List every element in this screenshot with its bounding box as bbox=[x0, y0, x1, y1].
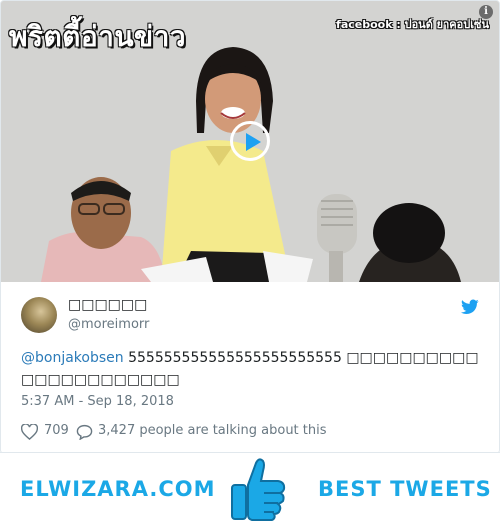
tweet-author[interactable]: □□□□□□ @moreimorr bbox=[21, 297, 481, 337]
speech-bubble-icon[interactable] bbox=[76, 424, 93, 440]
tweet-timestamp[interactable]: 5:37 AM - Sep 18, 2018 bbox=[21, 394, 174, 409]
like-count[interactable]: 709 bbox=[44, 423, 69, 438]
author-display-name[interactable]: □□□□□□ bbox=[68, 297, 147, 313]
thumbs-up-icon bbox=[231, 458, 286, 521]
video-media[interactable]: พริตตี้อ่านข่าว facebook : ปอนด์ ยาคอปเซ… bbox=[1, 1, 499, 282]
info-icon[interactable]: i bbox=[479, 5, 493, 19]
author-handle[interactable]: @moreimorr bbox=[68, 317, 149, 332]
heart-icon[interactable] bbox=[21, 424, 38, 440]
avatar[interactable] bbox=[21, 297, 57, 333]
tweet-text: @bonjakobsen 555555555555555555555555 □□… bbox=[21, 347, 481, 391]
facebook-credit: facebook : ปอนด์ ยาคอปเซ่น bbox=[336, 18, 489, 31]
footer-banner: ELWIZARA.COM BEST TWEETS bbox=[0, 453, 500, 525]
play-icon[interactable] bbox=[230, 121, 270, 161]
video-overlay-title: พริตตี้อ่านข่าว bbox=[9, 20, 187, 53]
twitter-bird-icon[interactable] bbox=[461, 299, 479, 315]
talking-count[interactable]: 3,427 people are talking about this bbox=[98, 423, 327, 438]
best-tweets-label: BEST TWEETS bbox=[318, 477, 492, 501]
embedded-tweet-card: พริตตี้อ่านข่าว facebook : ปอนด์ ยาคอปเซ… bbox=[0, 0, 500, 454]
site-name: ELWIZARA.COM bbox=[20, 477, 216, 501]
mention-link[interactable]: @bonjakobsen bbox=[21, 350, 124, 366]
